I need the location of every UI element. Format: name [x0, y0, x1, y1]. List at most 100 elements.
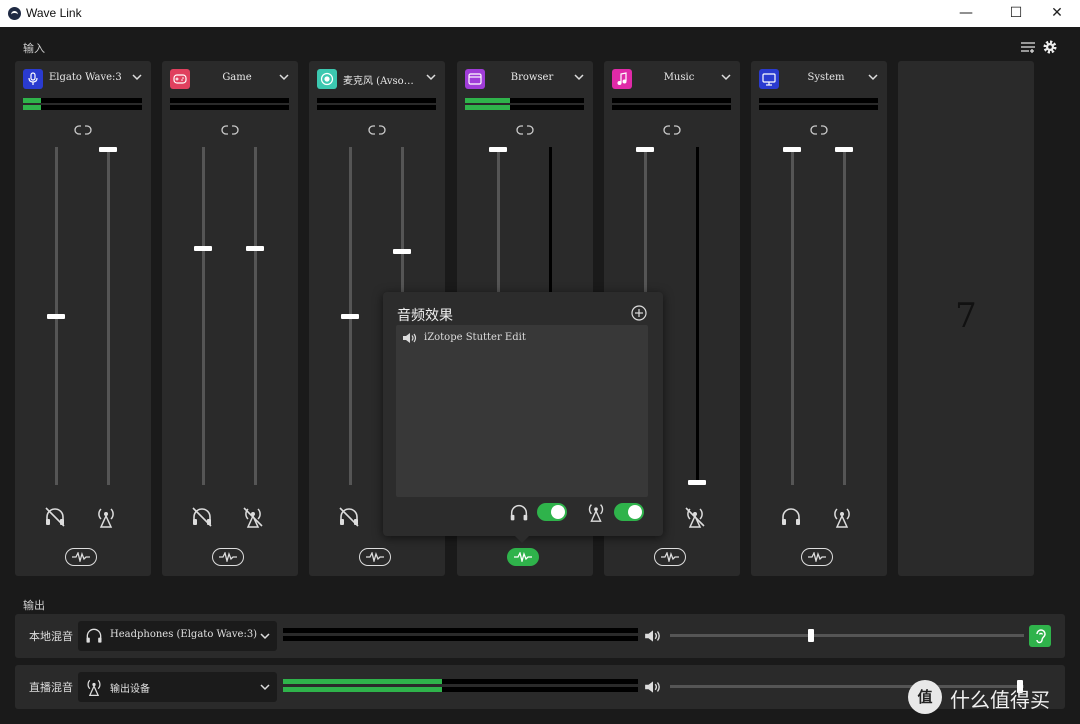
title-bar: Wave Link — ☐ ✕: [0, 0, 1080, 27]
link-icon[interactable]: [810, 124, 828, 136]
effects-list: iZotope Stutter Edit: [396, 325, 648, 497]
chevron-down-icon[interactable]: [131, 71, 143, 83]
output-device-name: 输出设备: [110, 684, 150, 695]
output-level-meter-left: [283, 628, 638, 633]
stream-volume-slider[interactable]: [688, 147, 706, 485]
slider-thumb[interactable]: [246, 246, 264, 251]
watermark-badge: 值: [908, 680, 942, 714]
headphones-icon[interactable]: [779, 505, 803, 529]
broadcast-icon: [588, 504, 604, 522]
chevron-down-icon[interactable]: [573, 71, 585, 83]
level-meter-left: [759, 98, 878, 103]
channel-name: Music: [663, 72, 695, 83]
level-meter-right: [759, 105, 878, 110]
chevron-down-icon[interactable]: [867, 71, 879, 83]
empty-channel-slot[interactable]: 7: [898, 61, 1034, 576]
output-label: 本地混音: [29, 630, 73, 643]
effects-button[interactable]: [801, 548, 833, 566]
channel-header[interactable]: Elgato Wave:3: [23, 69, 143, 91]
gear-icon[interactable]: [1042, 39, 1058, 55]
slider-thumb[interactable]: [688, 480, 706, 485]
slider-thumb[interactable]: [636, 147, 654, 152]
monitor-effect-toggle[interactable]: [537, 503, 567, 521]
slider-thumb[interactable]: [835, 147, 853, 152]
input-channel-elgato: Elgato Wave:3: [15, 61, 151, 576]
output-device-select[interactable]: 输出设备: [78, 672, 277, 702]
slider-thumb[interactable]: [783, 147, 801, 152]
effect-item[interactable]: iZotope Stutter Edit: [402, 330, 642, 346]
close-button[interactable]: ✕: [1034, 0, 1080, 27]
chevron-down-icon[interactable]: [278, 71, 290, 83]
level-meter-right: [612, 105, 731, 110]
headphones-muted-icon[interactable]: [43, 505, 67, 529]
record-icon: [317, 69, 337, 89]
inputs-section-label: 输入: [23, 42, 45, 55]
effects-button[interactable]: [654, 548, 686, 566]
ear-icon: [1036, 629, 1046, 644]
speaker-icon[interactable]: [644, 678, 662, 696]
outputs-section-label: 输出: [23, 599, 45, 612]
effect-name: iZotope Stutter Edit: [424, 332, 526, 343]
headphones-muted-icon[interactable]: [337, 505, 361, 529]
output-label: 直播混音: [29, 681, 73, 694]
headphones-icon: [86, 628, 102, 643]
effects-button[interactable]: [507, 548, 539, 566]
channel-header[interactable]: 麦克风 (Avso…: [317, 69, 437, 91]
monitor-output-button[interactable]: [1029, 625, 1051, 647]
headphones-muted-icon[interactable]: [190, 505, 214, 529]
monitor-volume-slider[interactable]: [47, 147, 65, 485]
level-meter-left: [465, 98, 584, 103]
link-icon[interactable]: [516, 124, 534, 136]
channel-header[interactable]: System: [759, 69, 879, 91]
link-icon[interactable]: [74, 124, 92, 136]
maximize-button[interactable]: ☐: [993, 0, 1039, 27]
channel-name: Browser: [510, 72, 554, 83]
output-volume-slider[interactable]: [670, 634, 1024, 637]
stream-effect-toggle[interactable]: [614, 503, 644, 521]
effects-button[interactable]: [65, 548, 97, 566]
output-device-name: Headphones (Elgato Wave:3): [110, 629, 258, 640]
slider-thumb[interactable]: [99, 147, 117, 152]
chevron-down-icon[interactable]: [425, 71, 437, 83]
stream-volume-slider[interactable]: [99, 147, 117, 485]
chevron-down-icon[interactable]: [720, 71, 732, 83]
broadcast-muted-icon[interactable]: [241, 505, 265, 529]
effects-button[interactable]: [212, 548, 244, 566]
link-icon[interactable]: [663, 124, 681, 136]
app-logo-icon: [8, 7, 21, 20]
output-device-select[interactable]: Headphones (Elgato Wave:3): [78, 621, 277, 651]
stream-volume-slider[interactable]: [835, 147, 853, 485]
slider-thumb[interactable]: [341, 314, 359, 319]
link-icon[interactable]: [368, 124, 386, 136]
monitor-volume-slider[interactable]: [341, 147, 359, 485]
gamepad-icon: [170, 69, 190, 89]
chevron-down-icon: [260, 633, 270, 640]
slider-thumb[interactable]: [47, 314, 65, 319]
broadcast-muted-icon[interactable]: [683, 505, 707, 529]
speaker-icon[interactable]: [644, 627, 662, 645]
monitor-icon: [759, 69, 779, 89]
monitor-volume-slider[interactable]: [194, 147, 212, 485]
mixer-settings-icon[interactable]: [1020, 40, 1036, 54]
link-icon[interactable]: [221, 124, 239, 136]
effects-button[interactable]: [359, 548, 391, 566]
broadcast-icon[interactable]: [830, 505, 854, 529]
slider-thumb[interactable]: [489, 147, 507, 152]
stream-volume-slider[interactable]: [246, 147, 264, 485]
level-meter-right: [23, 105, 142, 110]
channel-header[interactable]: Music: [612, 69, 732, 91]
broadcast-icon[interactable]: [94, 505, 118, 529]
channel-header[interactable]: Browser: [465, 69, 585, 91]
slider-thumb[interactable]: [194, 246, 212, 251]
channel-header[interactable]: Game: [170, 69, 290, 91]
output-level-meter-left: [283, 679, 638, 684]
chevron-down-icon: [260, 684, 270, 691]
browser-icon: [465, 69, 485, 89]
monitor-volume-slider[interactable]: [783, 147, 801, 485]
minimize-button[interactable]: —: [943, 0, 989, 27]
volume-slider-thumb[interactable]: [808, 629, 814, 642]
slider-thumb[interactable]: [393, 249, 411, 254]
add-effect-icon[interactable]: [631, 305, 647, 321]
watermark-text: 什么值得买: [950, 688, 1050, 712]
top-toolbar: [1020, 39, 1060, 55]
